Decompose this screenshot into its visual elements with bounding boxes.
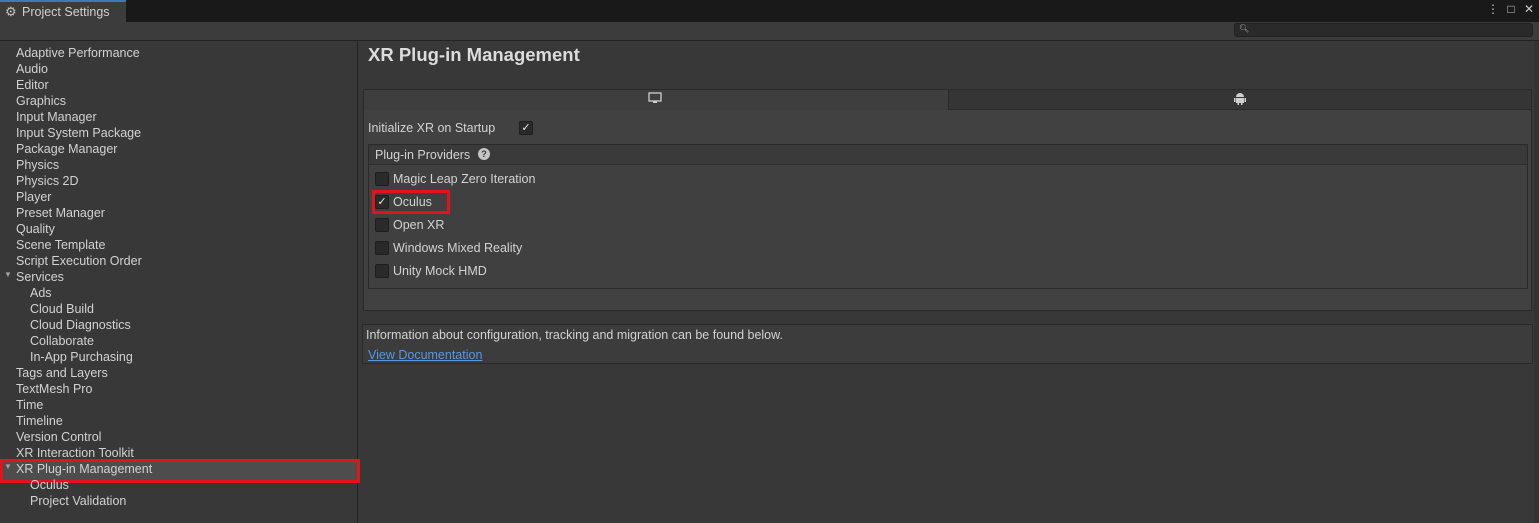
sidebar-item-input-manager[interactable]: Input Manager xyxy=(16,109,97,125)
sidebar-item-textmesh-pro[interactable]: TextMesh Pro xyxy=(16,381,92,397)
help-icon[interactable]: ? xyxy=(478,148,490,160)
plugin-providers-title: Plug-in Providers xyxy=(375,148,471,162)
plugin-providers-section: Plug-in Providers ? Magic Leap Zero Iter… xyxy=(368,144,1528,289)
sidebar-item-editor[interactable]: Editor xyxy=(16,77,49,93)
toolbar: 🔍︎ xyxy=(0,22,1539,41)
gear-icon: ⚙ xyxy=(5,4,17,19)
sidebar-item-player[interactable]: Player xyxy=(16,189,51,205)
android-icon xyxy=(1233,92,1247,108)
sidebar-item-cloud-diagnostics[interactable]: Cloud Diagnostics xyxy=(30,317,131,333)
monitor-icon xyxy=(648,92,662,107)
window-controls: ⋮ □ ✕ xyxy=(1487,2,1535,16)
initialize-xr-checkbox[interactable]: ✓ xyxy=(519,121,533,135)
sidebar-item-xr-interaction-toolkit[interactable]: XR Interaction Toolkit xyxy=(16,445,134,461)
sidebar-item-xr-plug-in-management[interactable]: XR Plug-in Management xyxy=(16,461,152,477)
sidebar-item-time[interactable]: Time xyxy=(16,397,43,413)
sidebar-item-in-app-purchasing[interactable]: In-App Purchasing xyxy=(30,349,133,365)
provider-label: Windows Mixed Reality xyxy=(393,241,523,255)
provider-checkbox[interactable]: ✓ xyxy=(375,195,389,209)
sidebar-item-scene-template[interactable]: Scene Template xyxy=(16,237,105,253)
expand-arrow-icon[interactable]: ▼ xyxy=(4,462,12,471)
view-documentation-link[interactable]: View Documentation xyxy=(368,348,482,362)
main-content: XR Plug-in Management Initialize XR on S… xyxy=(358,41,1539,523)
sidebar-item-quality[interactable]: Quality xyxy=(16,221,55,237)
maximize-icon[interactable]: □ xyxy=(1505,2,1517,16)
sidebar-item-preset-manager[interactable]: Preset Manager xyxy=(16,205,105,221)
sidebar-item-tags-and-layers[interactable]: Tags and Layers xyxy=(16,365,108,381)
tab-title: Project Settings xyxy=(22,5,110,19)
more-options-icon[interactable]: ⋮ xyxy=(1487,2,1499,16)
provider-checkbox[interactable] xyxy=(375,241,389,255)
sidebar-item-version-control[interactable]: Version Control xyxy=(16,429,101,445)
sidebar-item-cloud-build[interactable]: Cloud Build xyxy=(30,301,94,317)
provider-checkbox[interactable] xyxy=(375,218,389,232)
provider-checkbox[interactable] xyxy=(375,172,389,186)
search-icon: 🔍︎ xyxy=(1239,24,1250,33)
sidebar-item-project-validation[interactable]: Project Validation xyxy=(30,493,126,509)
search-input[interactable]: 🔍︎ xyxy=(1234,23,1533,37)
info-text: Information about configuration, trackin… xyxy=(366,328,783,342)
sidebar-item-graphics[interactable]: Graphics xyxy=(16,93,66,109)
sidebar-item-ads[interactable]: Ads xyxy=(30,285,52,301)
sidebar-item-adaptive-performance[interactable]: Adaptive Performance xyxy=(16,45,140,61)
provider-label: Open XR xyxy=(393,218,445,232)
scrollbar[interactable] xyxy=(1534,41,1539,523)
expand-arrow-icon[interactable]: ▼ xyxy=(4,270,12,279)
sidebar-item-services[interactable]: Services xyxy=(16,269,64,285)
sidebar-item-package-manager[interactable]: Package Manager xyxy=(16,141,117,157)
sidebar-item-script-execution-order[interactable]: Script Execution Order xyxy=(16,253,142,269)
sidebar-item-input-system-package[interactable]: Input System Package xyxy=(16,125,141,141)
page-title: XR Plug-in Management xyxy=(368,44,580,65)
provider-label: Oculus xyxy=(393,195,432,209)
tab-desktop[interactable] xyxy=(364,90,949,110)
sidebar-item-physics[interactable]: Physics xyxy=(16,157,59,173)
plugin-providers-header: Plug-in Providers ? xyxy=(369,145,1527,165)
info-box: Information about configuration, trackin… xyxy=(362,324,1533,364)
provider-label: Unity Mock HMD xyxy=(393,264,487,278)
sidebar-item-timeline[interactable]: Timeline xyxy=(16,413,63,429)
provider-checkbox[interactable] xyxy=(375,264,389,278)
tab-android[interactable] xyxy=(949,90,1531,110)
window-titlebar: ⚙ Project Settings ⋮ □ ✕ xyxy=(0,0,1539,22)
tab-project-settings[interactable]: ⚙ Project Settings xyxy=(0,0,126,22)
close-icon[interactable]: ✕ xyxy=(1523,2,1535,16)
sidebar-item-oculus[interactable]: Oculus xyxy=(30,477,69,493)
platform-panel: Initialize XR on Startup ✓ Plug-in Provi… xyxy=(363,89,1532,311)
sidebar-item-audio[interactable]: Audio xyxy=(16,61,48,77)
sidebar-item-physics-2d[interactable]: Physics 2D xyxy=(16,173,79,189)
initialize-xr-label: Initialize XR on Startup xyxy=(368,121,496,135)
settings-sidebar: Adaptive Performance Audio Editor Graphics I… xyxy=(0,41,360,523)
sidebar-item-collaborate[interactable]: Collaborate xyxy=(30,333,94,349)
provider-label: Magic Leap Zero Iteration xyxy=(393,172,536,186)
